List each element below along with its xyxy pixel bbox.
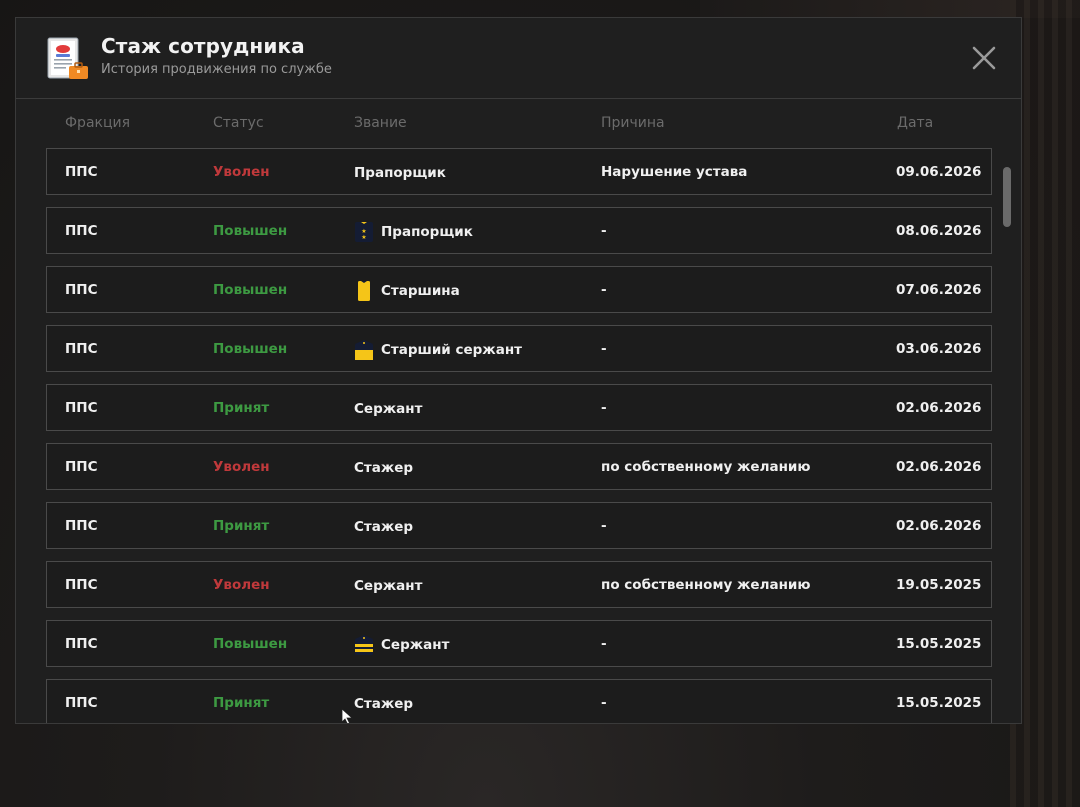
status-cell: Уволен (213, 577, 270, 593)
document-briefcase-icon (47, 37, 88, 79)
modal-subtitle: История продвижения по службе (101, 62, 332, 77)
rank-cell: Старшина (354, 279, 460, 303)
reason-cell: - (601, 636, 607, 652)
faction-cell: ППС (65, 459, 98, 475)
rank-label: Сержант (354, 401, 423, 417)
faction-cell: ППС (65, 695, 98, 711)
history-row[interactable]: ППС Принят Стажер - 02.06.2026 (46, 502, 992, 549)
column-header-faction: Фракция (65, 115, 131, 131)
faction-cell: ППС (65, 577, 98, 593)
date-cell: 19.05.2025 (896, 577, 982, 593)
date-cell: 07.06.2026 (896, 282, 982, 298)
reason-cell: - (601, 223, 607, 239)
reason-cell: - (601, 400, 607, 416)
rank-cell: Сержант (354, 633, 449, 657)
column-header-date: Дата (897, 115, 934, 131)
reason-cell: по собственному желанию (601, 577, 811, 593)
reason-cell: - (601, 518, 607, 534)
rank-label: Старшина (381, 283, 460, 299)
column-header-reason: Причина (601, 115, 665, 131)
date-cell: 15.05.2025 (896, 636, 982, 652)
faction-cell: ППС (65, 164, 98, 180)
employee-tenure-modal: Стаж сотрудника История продвижения по с… (15, 17, 1022, 724)
history-list: ППС Уволен Прапорщик Нарушение устава 09.06.… (46, 148, 992, 723)
rank-cell: Сержант (354, 574, 422, 598)
rank-label: Стажер (354, 696, 414, 712)
reason-cell: по собственному желанию (601, 459, 811, 475)
faction-cell: ППС (65, 400, 98, 416)
status-cell: Принят (213, 695, 270, 711)
date-cell: 15.05.2025 (896, 695, 982, 711)
rank-label: Сержант (354, 578, 423, 594)
rank-label: Сержант (381, 637, 450, 653)
mouse-cursor-icon (341, 708, 354, 723)
status-cell: Уволен (213, 164, 270, 180)
modal-title: Стаж сотрудника (101, 34, 305, 58)
status-cell: Принят (213, 400, 270, 416)
faction-cell: ППС (65, 282, 98, 298)
reason-cell: Нарушение устава (601, 164, 748, 180)
faction-cell: ППС (65, 223, 98, 239)
sergeant-badge-icon (355, 635, 373, 655)
close-icon[interactable] (970, 44, 998, 72)
date-cell: 02.06.2026 (896, 518, 982, 534)
senior-sergeant-badge-icon (355, 340, 373, 360)
rank-label: Стажер (354, 460, 414, 476)
rank-label: Старший сержант (381, 342, 522, 358)
date-cell: 03.06.2026 (896, 341, 982, 357)
history-row[interactable]: ППС Уволен Стажер по собственному желанию 02… (46, 443, 992, 490)
rank-cell: ★ ★ Прапорщик (354, 220, 473, 244)
column-header-rank: Звание (354, 115, 407, 131)
svg-text:★: ★ (361, 234, 366, 241)
faction-cell: ППС (65, 341, 98, 357)
starshina-badge-icon (358, 281, 370, 301)
rank-cell: Стажер (354, 692, 413, 716)
date-cell: 08.06.2026 (896, 223, 982, 239)
date-cell: 02.06.2026 (896, 459, 982, 475)
praporshchik-badge-icon: ★★ (355, 222, 373, 242)
faction-cell: ППС (65, 518, 98, 534)
history-row[interactable]: ППС Уволен Сержант по собственному желанию 1… (46, 561, 992, 608)
reason-cell: - (601, 341, 607, 357)
history-row[interactable]: ППС Принят Стажер - 15.05.2025 (46, 679, 992, 723)
rank-cell: Старший сержант (354, 338, 522, 362)
rank-label: Прапорщик (381, 224, 473, 240)
history-row[interactable]: ППС Принят Сержант - 02.06.2026 (46, 384, 992, 431)
column-header-status: Статус (213, 115, 264, 131)
modal-header: Стаж сотрудника История продвижения по с… (16, 18, 1021, 99)
history-row[interactable]: ППС Повышен ★ ★ Прапорщик - 08.06.2026 (46, 207, 992, 254)
status-cell: Повышен (213, 636, 288, 652)
status-cell: Повышен (213, 282, 288, 298)
date-cell: 09.06.2026 (896, 164, 982, 180)
scrollbar-thumb[interactable] (1003, 167, 1011, 227)
faction-cell: ППС (65, 636, 98, 652)
status-cell: Повышен (213, 341, 288, 357)
history-row[interactable]: ППС Повышен Старший сержант - 03.06.2026 (46, 325, 992, 372)
status-cell: Уволен (213, 459, 270, 475)
date-cell: 02.06.2026 (896, 400, 982, 416)
history-row[interactable]: ППС Уволен Прапорщик Нарушение устава 09.06.… (46, 148, 992, 195)
rank-cell: Прапорщик (354, 161, 446, 185)
rank-cell: Стажер (354, 456, 413, 480)
rank-cell: Стажер (354, 515, 413, 539)
reason-cell: - (601, 282, 607, 298)
rank-label: Прапорщик (354, 165, 446, 181)
rank-cell: Сержант (354, 397, 422, 421)
reason-cell: - (601, 695, 607, 711)
history-row[interactable]: ППС Повышен Сержант - 15.05.2025 (46, 620, 992, 667)
history-row[interactable]: ППС Повышен Старшина - 07.06.2026 (46, 266, 992, 313)
rank-label: Стажер (354, 519, 414, 535)
status-cell: Повышен (213, 223, 288, 239)
status-cell: Принят (213, 518, 270, 534)
